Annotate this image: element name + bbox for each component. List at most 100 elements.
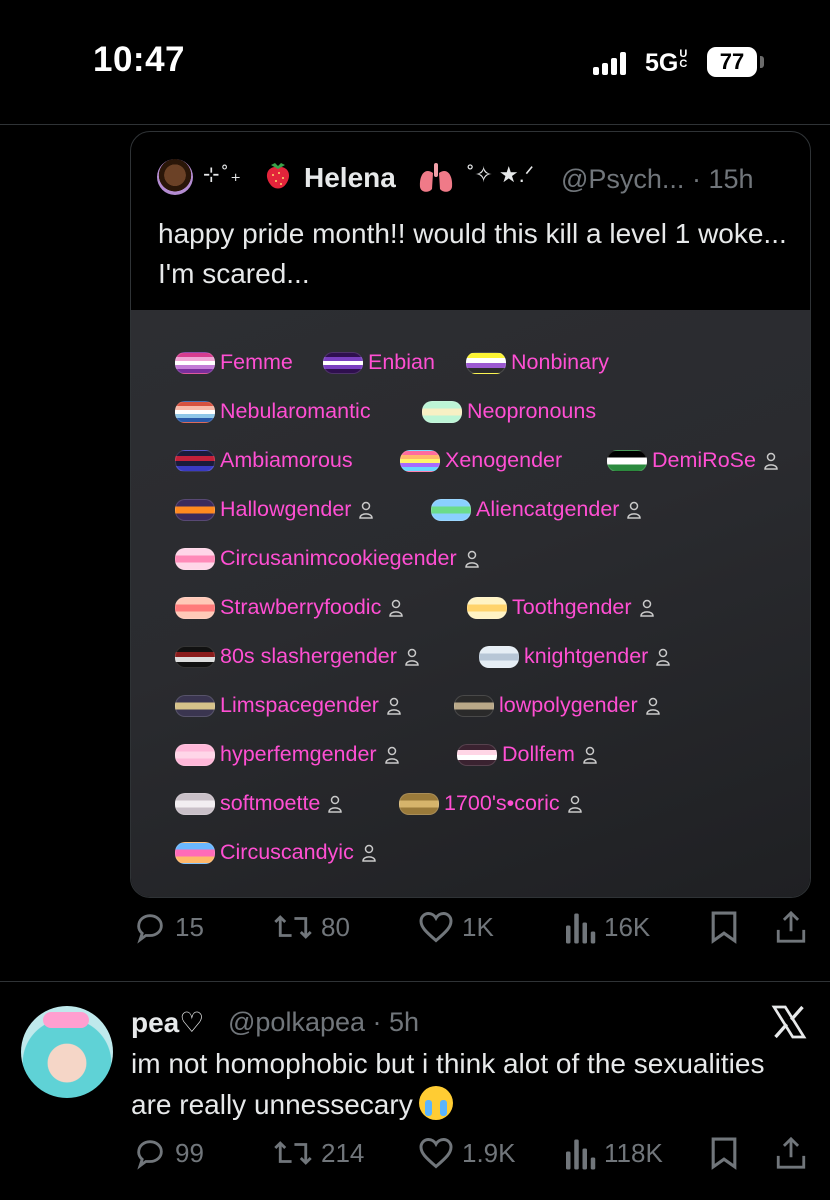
user-icon — [639, 599, 654, 617]
flag-icon — [175, 498, 215, 521]
meta-separator: · — [684, 164, 709, 194]
share-button[interactable] — [775, 1136, 807, 1170]
quoted-author-name[interactable]: Helena — [304, 162, 396, 194]
tweet-divider — [0, 981, 830, 982]
reply-author-name[interactable]: pea♡ — [131, 1006, 204, 1039]
quoted-tweet-card[interactable]: ⊹˚₊ Helena ˚✧ ★.ᐟ @Psych... · 15h happy … — [130, 131, 811, 898]
quoted-tweet-image[interactable]: Femme Enbian Nonbinary Nebularomantic Neopro… — [131, 310, 810, 897]
identity-tag-label: Femme — [220, 350, 293, 374]
bookmark-button[interactable] — [709, 910, 739, 944]
reply-author-meta: @polkapea · 5h — [228, 1007, 419, 1038]
network-label: 5G — [645, 49, 679, 77]
like-count: 1K — [462, 911, 494, 942]
flag-icon — [175, 400, 215, 423]
identity-tag: Enbian — [323, 350, 435, 375]
flag-icon — [175, 547, 215, 570]
reply-author-avatar[interactable] — [21, 1006, 113, 1098]
identity-tag: Neopronouns — [422, 399, 596, 424]
quoted-tweet-actions: 15 80 1K 16K — [0, 910, 830, 960]
avatar-bow — [43, 1012, 89, 1028]
flag-icon — [175, 351, 215, 374]
quoted-tweet-text: happy pride month!! would this kill a le… — [158, 218, 787, 289]
network-sublabel: UC — [679, 48, 688, 70]
views-count: 16K — [604, 911, 651, 942]
user-icon — [645, 697, 660, 715]
identity-tag: knightgender — [479, 644, 671, 669]
identity-tag-label: Circuscandyic — [220, 840, 354, 864]
bookmark-icon — [711, 1137, 737, 1170]
flag-icon — [175, 743, 215, 766]
reply-author-handle[interactable]: @polkapea — [228, 1007, 365, 1037]
user-icon — [583, 746, 597, 764]
reply-tweet-time[interactable]: 5h — [389, 1007, 419, 1037]
reply-button[interactable]: 99 — [133, 1136, 204, 1170]
quoted-author-handle[interactable]: @Psych... — [561, 164, 684, 194]
identity-tag: Toothgender — [467, 595, 654, 620]
strawberry-icon — [266, 163, 290, 189]
views-button[interactable]: 16K — [566, 910, 650, 944]
flag-icon — [399, 792, 439, 815]
flag-icon — [400, 449, 440, 472]
user-icon — [567, 795, 582, 813]
identity-tag: Femme — [175, 350, 293, 375]
flag-icon — [466, 351, 506, 374]
identity-tag-label: Ambiamorous — [220, 448, 353, 472]
flag-icon — [607, 449, 647, 472]
name-decoration-left: ⊹˚₊ — [203, 164, 243, 186]
user-icon — [656, 648, 671, 666]
like-button[interactable]: 1K — [418, 910, 494, 944]
like-button[interactable]: 1.9K — [418, 1136, 516, 1170]
identity-tag-label: Enbian — [368, 350, 435, 374]
identity-tag: Nebularomantic — [175, 399, 371, 424]
flag-icon — [175, 792, 215, 815]
identity-tag: Circuscandyic — [175, 840, 376, 865]
quoted-tweet-time[interactable]: 15h — [708, 164, 753, 194]
reply-button[interactable]: 15 — [133, 910, 204, 944]
battery-icon: 77 — [707, 47, 757, 77]
identity-tag: DemiRoSe — [607, 448, 778, 473]
identity-tag-label: Dollfem — [502, 742, 575, 766]
flag-icon — [467, 596, 507, 619]
user-icon — [627, 501, 642, 519]
network-indicator: 5GUC — [645, 49, 690, 78]
identity-tag: Dollfem — [457, 742, 597, 767]
repost-button[interactable]: 80 — [273, 910, 350, 944]
share-icon — [776, 1136, 806, 1169]
bookmark-button[interactable] — [709, 1136, 739, 1170]
top-divider — [0, 124, 830, 125]
meta-separator: · — [365, 1007, 390, 1037]
identity-tag-label: Neopronouns — [467, 399, 597, 423]
identity-tag: Aliencatgender — [431, 497, 642, 522]
identity-tag-label: hyperfemgender — [220, 742, 377, 766]
identity-tag: Circusanimcookiegender — [175, 546, 479, 571]
views-count: 118K — [604, 1137, 663, 1168]
quoted-author-meta: @Psych... · 15h — [561, 164, 754, 195]
repost-button[interactable]: 214 — [273, 1136, 364, 1170]
identity-tag-label: Nonbinary — [511, 350, 609, 374]
views-button[interactable]: 118K — [566, 1136, 663, 1170]
quoted-author-avatar[interactable] — [157, 159, 193, 195]
flag-icon — [175, 449, 215, 472]
heart-icon — [419, 911, 453, 943]
repost-icon — [274, 1141, 312, 1165]
flag-icon — [175, 841, 215, 864]
flag-icon — [457, 743, 497, 766]
identity-tag: Nonbinary — [466, 350, 609, 375]
user-icon — [328, 795, 343, 813]
identity-tag-label: softmoette — [220, 791, 321, 815]
flag-icon — [479, 645, 519, 668]
identity-tag: 1700's•coric — [399, 791, 582, 816]
repost-count: 214 — [321, 1137, 365, 1168]
identity-tag: softmoette — [175, 791, 343, 816]
battery-level: 77 — [719, 49, 745, 74]
lungs-icon — [419, 163, 453, 192]
share-button[interactable] — [775, 910, 807, 944]
reply-icon — [137, 914, 163, 944]
status-bar: 10:47 5GUC 77 — [0, 0, 830, 110]
user-icon — [359, 501, 374, 519]
views-icon — [566, 1139, 596, 1170]
reply-count: 99 — [175, 1137, 204, 1168]
flag-icon — [175, 645, 215, 668]
identity-tag: 80s slashergender — [175, 644, 419, 669]
identity-tag-label: Hallowgender — [220, 497, 352, 521]
